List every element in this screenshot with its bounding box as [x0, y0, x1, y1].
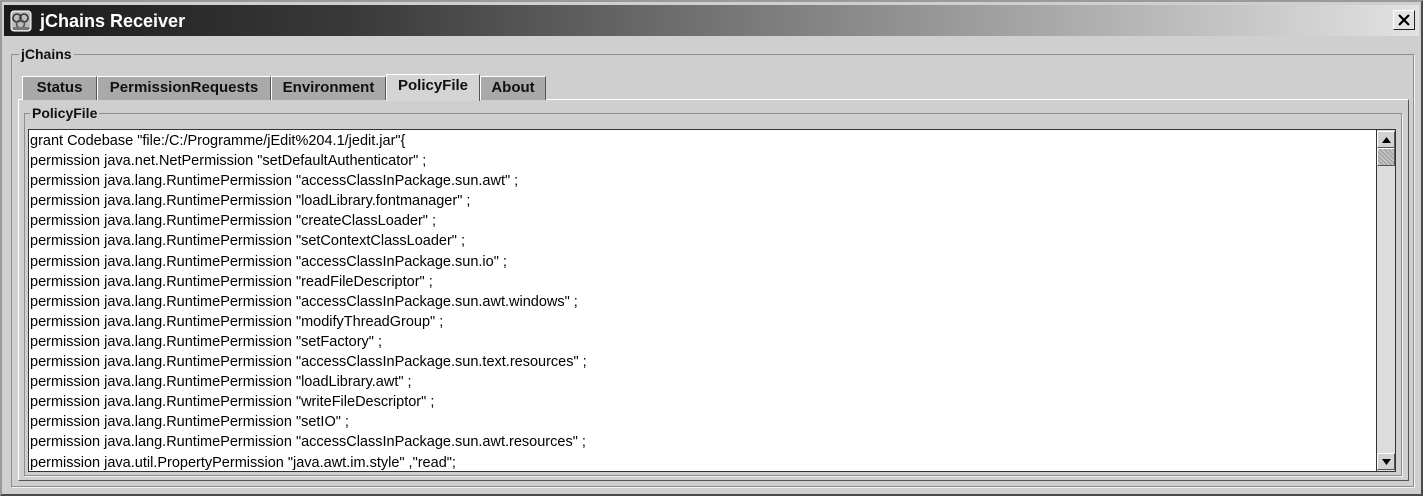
jchains-app-icon[interactable]	[10, 10, 32, 32]
policy-line: permission java.lang.RuntimePermission "…	[30, 394, 435, 411]
policy-line: permission java.lang.RuntimePermission "…	[30, 273, 433, 290]
close-button[interactable]	[1393, 10, 1415, 30]
tab-policyfile[interactable]: PolicyFile	[386, 74, 480, 101]
scroll-thumb[interactable]	[1377, 148, 1395, 166]
jchains-receiver-window: jChains Receiver jChains Status Permissi…	[0, 0, 1423, 496]
policy-line: permission java.lang.RuntimePermission "…	[30, 434, 586, 451]
policy-line: permission java.lang.RuntimePermission "…	[30, 414, 349, 431]
scroll-up-button[interactable]	[1377, 131, 1395, 148]
close-icon	[1398, 14, 1410, 26]
scroll-down-button[interactable]	[1377, 453, 1395, 470]
policy-line: permission java.lang.RuntimePermission "…	[30, 313, 444, 330]
arrow-up-icon	[1382, 137, 1391, 143]
policy-line: grant Codebase "file:/C:/Programme/jEdit…	[30, 133, 406, 149]
policy-line: permission java.lang.RuntimePermission "…	[30, 374, 412, 391]
tab-environment[interactable]: Environment	[271, 76, 386, 100]
window-title: jChains Receiver	[40, 11, 186, 31]
policy-line: permission java.net.NetPermission "setDe…	[30, 153, 427, 170]
policy-line: permission java.lang.RuntimePermission "…	[30, 193, 471, 210]
policy-line: permission java.lang.RuntimePermission "…	[30, 233, 466, 250]
policy-line: permission java.lang.RuntimePermission "…	[30, 213, 436, 230]
policy-line: permission java.lang.RuntimePermission "…	[30, 253, 507, 270]
policy-line: permission java.lang.RuntimePermission "…	[30, 354, 587, 371]
policy-lines: grant Codebase "file:/C:/Programme/jEdit…	[30, 131, 587, 471]
policy-line: permission java.lang.RuntimePermission "…	[30, 293, 578, 310]
policy-line: permission java.util.PropertyPermission …	[30, 454, 456, 471]
arrow-down-icon	[1382, 459, 1391, 465]
policyfile-group-label: PolicyFile	[30, 105, 100, 121]
tab-status[interactable]: Status	[22, 76, 97, 100]
title-bar[interactable]: jChains Receiver	[4, 5, 1419, 36]
policy-file-text-area[interactable]: grant Codebase "file:/C:/Programme/jEdit…	[28, 129, 1377, 472]
policy-line: permission java.lang.RuntimePermission "…	[30, 173, 519, 190]
vertical-scrollbar[interactable]	[1377, 129, 1396, 472]
tab-permission-requests[interactable]: PermissionRequests	[97, 76, 271, 100]
jchains-group-label: jChains	[19, 46, 74, 62]
tab-about[interactable]: About	[480, 76, 546, 100]
policy-line: permission java.lang.RuntimePermission "…	[30, 333, 382, 350]
